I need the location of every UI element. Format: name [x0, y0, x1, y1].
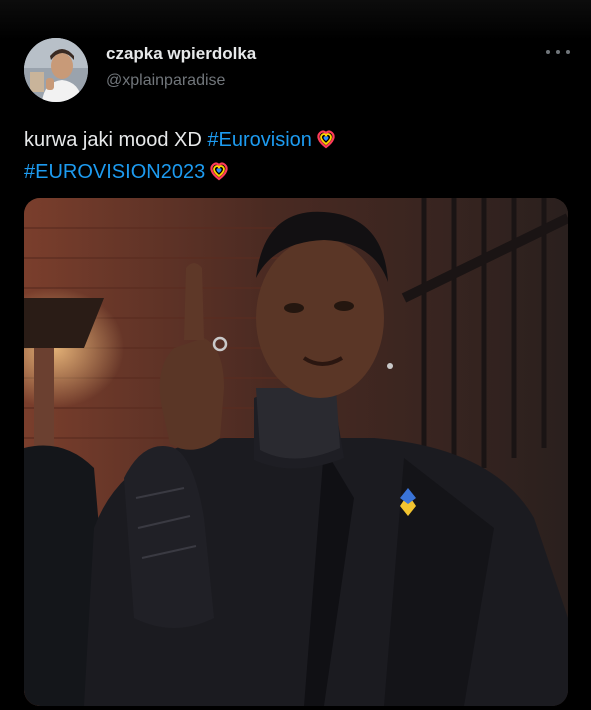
dot — [566, 50, 570, 54]
eurovision-heart-icon — [315, 128, 337, 158]
hashtag-eurovision2023[interactable]: #EUROVISION2023 — [24, 161, 205, 183]
tweet-text-line-1: kurwa jaki mood XD #Eurovision — [24, 126, 564, 158]
dot — [546, 50, 550, 54]
profile-photo — [24, 38, 88, 102]
tweet-media[interactable] — [24, 198, 568, 706]
tweet-text: kurwa jaki mood XD #Eurovision #EUROVISI… — [24, 126, 564, 190]
eurovision-heart-icon — [208, 160, 230, 190]
tweet-text-prefix: kurwa jaki mood XD — [24, 129, 208, 151]
user-handle[interactable]: @xplainparadise — [106, 72, 225, 90]
dot — [556, 50, 560, 54]
tweet: czapka wpierdolka @xplainparadise kurwa … — [0, 0, 591, 710]
more-options-icon[interactable] — [546, 46, 570, 58]
avatar[interactable] — [24, 38, 88, 102]
attached-photo — [24, 198, 568, 706]
tweet-text-line-2: #EUROVISION2023 — [24, 158, 564, 190]
display-name[interactable]: czapka wpierdolka — [106, 44, 256, 64]
hashtag-eurovision[interactable]: #Eurovision — [207, 129, 312, 151]
